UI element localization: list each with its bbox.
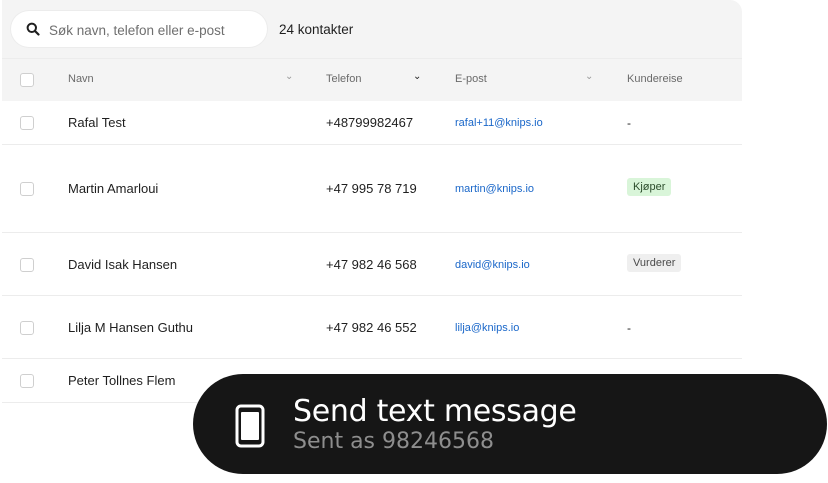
table-row[interactable]: Rafal Test +48799982467 rafal+11@knips.i… xyxy=(2,101,742,145)
toolbar: 24 kontakter xyxy=(2,0,742,59)
search-box[interactable] xyxy=(11,11,267,47)
contact-phone: +47 982 46 568 xyxy=(326,257,417,272)
contact-count: 24 kontakter xyxy=(279,22,354,37)
search-input[interactable] xyxy=(47,19,261,41)
table-row[interactable]: David Isak Hansen +47 982 46 568 david@k… xyxy=(2,233,742,296)
contact-phone: +47 995 78 719 xyxy=(326,181,417,196)
column-header-email[interactable]: E-post xyxy=(455,73,487,85)
phone-icon xyxy=(235,404,265,448)
column-header-journey: Kundereise xyxy=(627,73,683,85)
column-header-phone[interactable]: Telefon xyxy=(326,73,361,85)
contact-name[interactable]: Lilja M Hansen Guthu xyxy=(68,320,193,335)
chevron-down-icon[interactable]: ⌄ xyxy=(285,71,293,82)
row-checkbox[interactable] xyxy=(20,321,34,335)
row-checkbox[interactable] xyxy=(20,374,34,388)
row-checkbox[interactable] xyxy=(20,116,34,130)
contact-name[interactable]: Peter Tollnes Flem xyxy=(68,373,175,388)
row-checkbox[interactable] xyxy=(20,182,34,196)
table-row[interactable]: Martin Amarloui +47 995 78 719 martin@kn… xyxy=(2,145,742,233)
contact-email-link[interactable]: lilja@knips.io xyxy=(455,322,519,334)
journey-empty: - xyxy=(627,321,631,335)
search-icon xyxy=(26,22,40,36)
chevron-down-icon[interactable]: ⌄ xyxy=(413,71,421,82)
toast-subtitle: Sent as 98246568 xyxy=(293,429,494,454)
table-row[interactable]: Lilja M Hansen Guthu +47 982 46 552 lilj… xyxy=(2,296,742,359)
row-checkbox[interactable] xyxy=(20,258,34,272)
journey-badge-buyer: Kjøper xyxy=(627,178,672,196)
toast-title: Send text message xyxy=(293,394,577,429)
journey-badge-considering: Vurderer xyxy=(627,254,682,272)
contact-email-link[interactable]: david@knips.io xyxy=(455,259,530,271)
contact-phone: +47 982 46 552 xyxy=(326,320,417,335)
journey-empty: - xyxy=(627,116,631,130)
select-all-checkbox[interactable] xyxy=(20,73,34,87)
chevron-down-icon[interactable]: ⌄ xyxy=(585,71,593,82)
table-header: Navn ⌄ Telefon ⌄ E-post ⌄ Kundereise xyxy=(2,59,742,101)
contact-name[interactable]: Rafal Test xyxy=(68,115,126,130)
contact-phone: +48799982467 xyxy=(326,115,414,130)
contact-name[interactable]: Martin Amarloui xyxy=(68,181,158,196)
contact-email-link[interactable]: martin@knips.io xyxy=(455,183,534,195)
contacts-panel: 24 kontakter Navn ⌄ Telefon ⌄ E-post ⌄ K… xyxy=(2,0,742,412)
contact-email-link[interactable]: rafal+11@knips.io xyxy=(455,117,543,129)
send-text-toast[interactable]: Send text message Sent as 98246568 xyxy=(193,374,827,474)
column-header-name[interactable]: Navn xyxy=(68,73,94,85)
contact-name[interactable]: David Isak Hansen xyxy=(68,257,177,272)
